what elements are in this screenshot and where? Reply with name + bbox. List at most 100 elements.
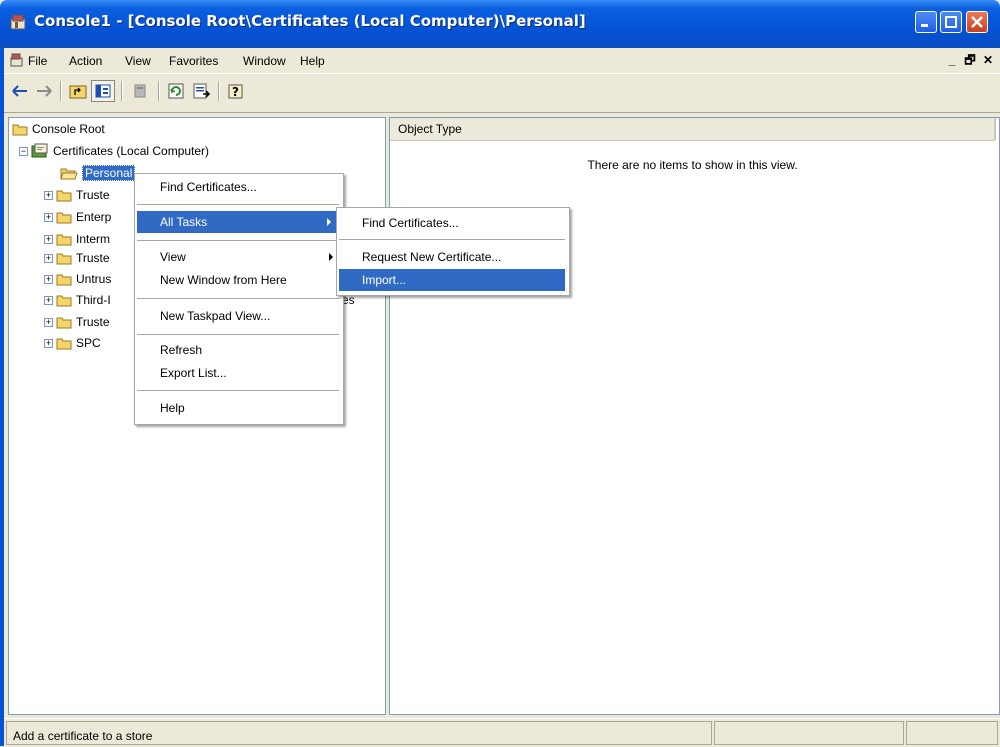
window-frame-left bbox=[0, 48, 4, 746]
expand-icon[interactable]: + bbox=[44, 190, 53, 200]
svg-text:?: ? bbox=[232, 85, 239, 99]
menu-favorites[interactable]: Favorites bbox=[169, 54, 218, 68]
minimize-button[interactable] bbox=[915, 11, 937, 33]
tree-item-label: Untrus bbox=[76, 272, 112, 286]
mdi-controls: _ 🗗 ✕ bbox=[944, 53, 996, 67]
expand-icon[interactable]: + bbox=[44, 253, 53, 263]
folder-icon bbox=[56, 338, 72, 350]
folder-icon bbox=[12, 124, 28, 136]
maximize-icon bbox=[945, 16, 957, 28]
tree-item-store[interactable]: + Third-I bbox=[44, 290, 111, 310]
menu-item-export-list[interactable]: Export List... bbox=[135, 362, 341, 384]
menu-file[interactable]: File bbox=[28, 54, 47, 68]
submenu-item-request-new-certificate[interactable]: Request New Certificate... bbox=[337, 246, 567, 268]
expand-icon[interactable]: + bbox=[44, 274, 53, 284]
help-icon: ? bbox=[228, 84, 243, 99]
minimize-icon bbox=[921, 24, 928, 27]
folder-icon bbox=[56, 317, 72, 329]
up-one-level-button[interactable] bbox=[66, 80, 90, 102]
folder-icon bbox=[56, 274, 72, 286]
tree-item-store[interactable]: + Truste bbox=[44, 248, 110, 268]
mdi-close-button[interactable]: ✕ bbox=[980, 53, 996, 67]
tree-item-label: Truste bbox=[76, 188, 110, 202]
up-one-level-icon bbox=[69, 85, 87, 99]
tree-item-store[interactable]: + Untrus bbox=[44, 269, 111, 289]
tree-item-store[interactable]: + Enterp bbox=[44, 207, 111, 227]
folder-icon bbox=[56, 253, 72, 265]
menu-item-label: All Tasks bbox=[160, 215, 208, 229]
status-text: Add a certificate to a store bbox=[13, 729, 153, 743]
tree-item-store[interactable]: + Truste bbox=[44, 185, 110, 205]
close-button[interactable] bbox=[966, 11, 988, 33]
show-hide-tree-button[interactable] bbox=[91, 80, 115, 102]
status-cell-main: Add a certificate to a store bbox=[6, 721, 712, 745]
menu-help[interactable]: Help bbox=[300, 54, 325, 68]
delete-button[interactable] bbox=[128, 80, 152, 102]
close-icon bbox=[971, 16, 983, 28]
open-folder-icon bbox=[60, 168, 78, 180]
window-title: Console1 - [Console Root\Certificates (L… bbox=[34, 12, 586, 30]
context-menu: Find Certificates... All Tasks View New … bbox=[134, 173, 344, 425]
column-header-object-type[interactable]: Object Type bbox=[390, 118, 996, 141]
help-button[interactable]: ? bbox=[224, 80, 248, 102]
mmc-app-icon bbox=[10, 14, 26, 30]
tree-item-label: Truste bbox=[76, 315, 110, 329]
tree-item-store[interactable]: + SPC bbox=[44, 333, 101, 353]
mdi-restore-button[interactable]: 🗗 bbox=[962, 53, 978, 67]
collapse-icon[interactable]: − bbox=[19, 146, 28, 156]
expand-icon[interactable]: + bbox=[44, 234, 53, 244]
menu-item-help[interactable]: Help bbox=[135, 397, 341, 419]
tree-item-personal[interactable]: Personal bbox=[60, 163, 136, 183]
mmc-child-window-icon[interactable] bbox=[10, 53, 24, 67]
expand-icon[interactable]: + bbox=[44, 338, 53, 348]
expand-icon[interactable]: + bbox=[44, 317, 53, 327]
maximize-button[interactable] bbox=[940, 11, 962, 33]
folder-icon bbox=[56, 190, 72, 202]
status-bar: Add a certificate to a store bbox=[4, 718, 1000, 747]
window-title-bar[interactable]: Console1 - [Console Root\Certificates (L… bbox=[0, 0, 1000, 48]
submenu-arrow-icon bbox=[329, 253, 333, 261]
folder-icon bbox=[56, 295, 72, 307]
tree-item-label: Interm bbox=[76, 232, 111, 246]
delete-icon bbox=[134, 84, 146, 98]
empty-view-message: There are no items to show in this view. bbox=[587, 158, 798, 172]
tree-item-store[interactable]: + Truste bbox=[44, 312, 110, 332]
tree-item-console-root[interactable]: Console Root bbox=[12, 119, 105, 139]
menu-item-refresh[interactable]: Refresh bbox=[135, 339, 341, 361]
menu-item-find-certificates[interactable]: Find Certificates... bbox=[135, 176, 341, 198]
menu-item-view[interactable]: View bbox=[135, 246, 341, 268]
tree-item-label: Truste bbox=[76, 251, 110, 265]
tree-item-label: SPC bbox=[76, 336, 101, 350]
menu-window[interactable]: Window bbox=[243, 54, 286, 68]
tree-item-label: Enterp bbox=[76, 210, 112, 224]
menu-item-new-taskpad-view[interactable]: New Taskpad View... bbox=[135, 305, 341, 327]
export-list-icon bbox=[193, 83, 211, 99]
menu-item-all-tasks[interactable]: All Tasks bbox=[137, 211, 339, 233]
refresh-icon bbox=[168, 83, 184, 99]
expand-icon[interactable]: + bbox=[44, 295, 53, 305]
status-cell-3 bbox=[906, 721, 998, 745]
submenu-item-find-certificates[interactable]: Find Certificates... bbox=[337, 212, 567, 234]
tree-item-label: Console Root bbox=[32, 122, 105, 136]
expand-icon[interactable]: + bbox=[44, 212, 53, 222]
export-list-button[interactable] bbox=[190, 80, 214, 102]
back-button[interactable] bbox=[8, 80, 32, 102]
submenu-item-import[interactable]: Import... bbox=[339, 269, 565, 291]
mdi-minimize-button[interactable]: _ bbox=[944, 53, 960, 67]
menu-view[interactable]: View bbox=[125, 54, 151, 68]
forward-icon bbox=[37, 85, 52, 97]
toolbar: ? bbox=[4, 73, 1000, 113]
submenu-arrow-icon bbox=[327, 218, 331, 226]
tree-item-label: Personal bbox=[82, 165, 136, 181]
menu-action[interactable]: Action bbox=[69, 54, 102, 68]
tree-item-certificates[interactable]: − Certificates (Local Computer) bbox=[19, 141, 209, 161]
tree-item-store[interactable]: + Interm bbox=[44, 229, 110, 249]
back-icon bbox=[12, 85, 27, 97]
forward-button[interactable] bbox=[32, 80, 56, 102]
certificate-store-icon bbox=[31, 143, 48, 158]
menu-item-new-window[interactable]: New Window from Here bbox=[135, 269, 341, 291]
refresh-button[interactable] bbox=[164, 80, 188, 102]
tree-item-label: Certificates (Local Computer) bbox=[53, 144, 210, 158]
show-hide-tree-icon bbox=[95, 84, 111, 98]
column-header-label: Object Type bbox=[398, 122, 462, 136]
